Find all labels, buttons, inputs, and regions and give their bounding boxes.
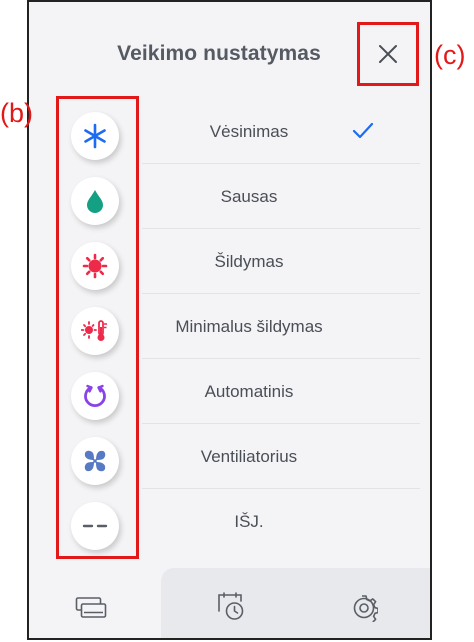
row-divider bbox=[142, 488, 420, 489]
page-title: Veikimo nustatymas bbox=[117, 42, 321, 65]
tab-units[interactable] bbox=[75, 592, 107, 624]
mode-label: Ventiliatorius bbox=[200, 447, 298, 466]
row-divider bbox=[142, 423, 420, 424]
active-tab-curve bbox=[147, 568, 175, 584]
mode-label: Automatinis bbox=[204, 382, 294, 401]
mode-label: Šildymas bbox=[214, 252, 284, 271]
annotation-label-b: (b) bbox=[0, 98, 33, 128]
checkmark-icon bbox=[352, 122, 374, 139]
annotation-box-b bbox=[56, 96, 139, 559]
mode-label: Sausas bbox=[220, 187, 278, 206]
row-divider bbox=[142, 293, 420, 294]
tab-settings[interactable] bbox=[348, 592, 380, 624]
annotation-box-c bbox=[357, 22, 419, 86]
row-divider bbox=[142, 228, 420, 229]
mode-label: IŠJ. bbox=[234, 512, 264, 531]
mode-label: Minimalus šildymas bbox=[175, 317, 323, 336]
mode-label: Vėsinimas bbox=[209, 122, 289, 141]
units-icon bbox=[75, 597, 107, 618]
tab-timer[interactable] bbox=[215, 590, 247, 622]
row-divider bbox=[142, 163, 420, 164]
annotation-label-c: (c) bbox=[434, 40, 466, 70]
gear-icon bbox=[353, 595, 378, 622]
row-divider bbox=[142, 358, 420, 359]
timer-icon bbox=[218, 592, 244, 620]
